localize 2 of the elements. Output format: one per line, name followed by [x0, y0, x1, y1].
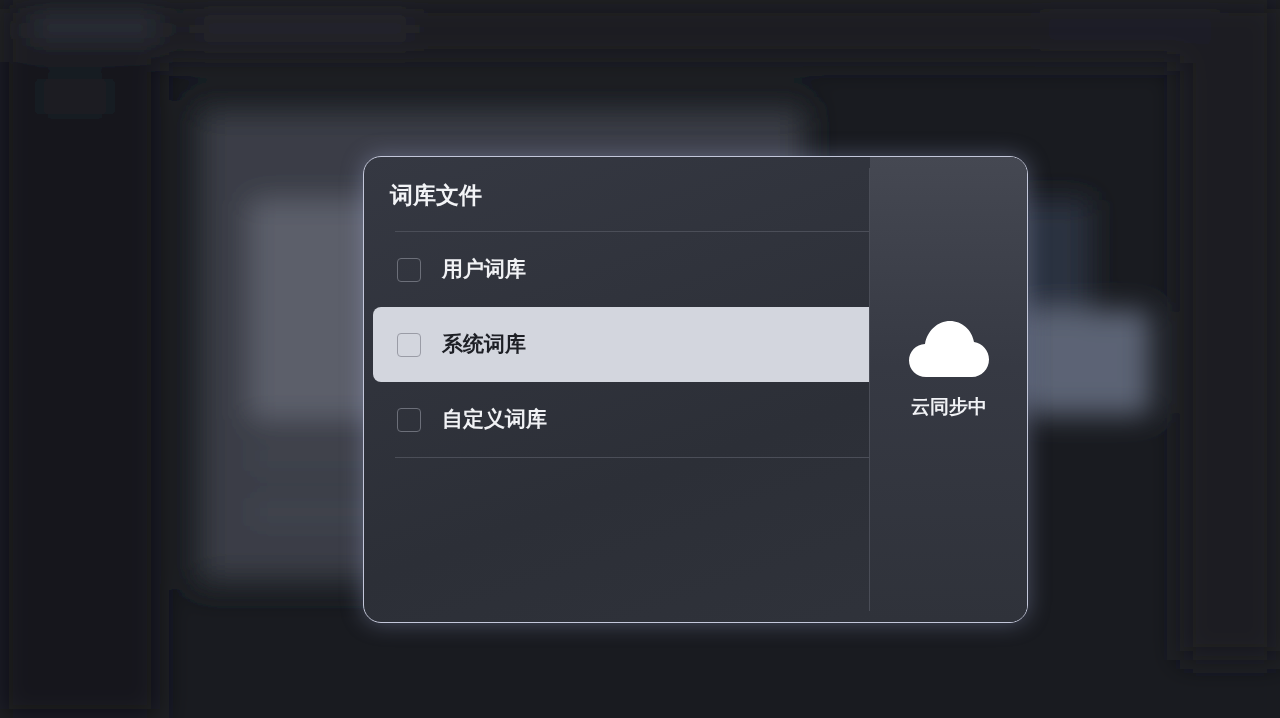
sync-status: 云同步中 [910, 397, 987, 416]
dialog-title: 词库文件 [390, 183, 482, 207]
